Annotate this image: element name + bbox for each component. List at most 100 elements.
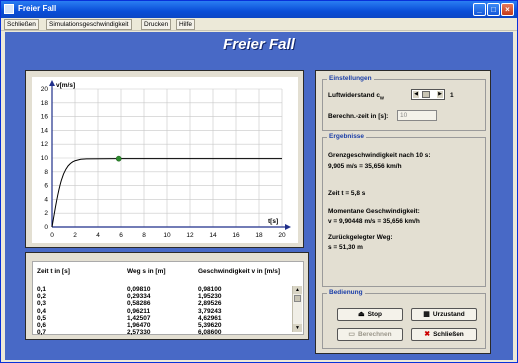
menu-simulationsgeschwindigkeit[interactable]: Simulationsgeschwindigkeit — [46, 19, 132, 30]
table-row[interactable]: 0,2 0,29334 1,95230 — [33, 293, 295, 300]
slider-left-icon[interactable]: ◀ — [413, 91, 419, 98]
zeit-value: Zeit t = 5,8 s — [328, 190, 366, 197]
table-row[interactable]: 0,5 1,42507 4,62961 — [33, 315, 295, 322]
table-row[interactable]: 0,4 0,96211 3,79243 — [33, 308, 295, 315]
app-title: Freier Fall — [223, 36, 295, 53]
table-cell: 0,5 — [37, 314, 47, 322]
table-cell: 0,1 — [37, 286, 47, 293]
x-tick-label: 20 — [278, 232, 286, 239]
close-button[interactable]: × — [501, 3, 514, 16]
y-tick-label: 14 — [41, 127, 49, 134]
table-cell: 0,98100 — [198, 286, 222, 293]
x-tick-label: 2 — [73, 232, 77, 239]
table-cell: 6,08600 — [198, 329, 222, 337]
table-row[interactable]: 0,6 1,96470 5,39620 — [33, 322, 295, 329]
controls-label: Bedienung — [327, 289, 365, 296]
current-position-marker — [115, 155, 122, 162]
window-title: Freier Fall — [18, 4, 57, 13]
table-cell: 0,58286 — [127, 300, 151, 308]
table-cell: 1,95230 — [198, 293, 222, 301]
app-window: Freier Fall _ □ × Schließen Simulationsg… — [0, 0, 518, 363]
stop-button[interactable]: ⏏ Stop — [337, 308, 403, 321]
luftwiderstand-slider[interactable]: ◀ ▶ — [411, 89, 445, 100]
luftwiderstand-value: 1 — [450, 92, 454, 99]
berechn-label: Berechn.-zeit in [s]: — [328, 113, 389, 120]
y-tick-label: 0 — [44, 224, 48, 231]
schliessen-button[interactable]: ✖ Schließen — [411, 328, 477, 341]
main-area: Freier Fall 0 2 4 6 8 10 12 14 16 18 20 0 2 4 6 8 10 12 14… — [5, 32, 513, 360]
table-panel: Zeit t in [s] Weg s in [m] Geschwindigke… — [25, 252, 309, 340]
reset-icon: ▦ — [423, 311, 430, 318]
grenz-label: Grenzgeschwindigkeit nach 10 s: — [328, 152, 431, 159]
menu-drucken[interactable]: Drucken — [141, 19, 172, 30]
table-cell: 2,89526 — [198, 300, 222, 308]
y-tick-label: 16 — [41, 114, 49, 121]
y-axis-arrow-icon — [49, 80, 55, 86]
table-cell: 0,96211 — [127, 307, 151, 315]
maximize-button[interactable]: □ — [487, 3, 500, 16]
x-tick-label: 18 — [255, 232, 263, 239]
table-cell: 0,09810 — [127, 286, 151, 293]
scroll-thumb[interactable] — [294, 295, 301, 302]
header-weg: Weg s in [m] — [127, 268, 166, 275]
chart-area: 0 2 4 6 8 10 12 14 16 18 20 0 2 4 6 8 10 12 14 16 18 20 v[m/s]… — [32, 77, 298, 243]
close-x-icon: ✖ — [424, 331, 431, 338]
table-cell: 1,96470 — [127, 322, 151, 329]
x-tick-label: 14 — [209, 232, 217, 239]
berechn-input[interactable]: 10 — [397, 110, 437, 121]
title-bar: Freier Fall _ □ × — [1, 1, 517, 18]
table-row[interactable]: 0,1 0,09810 0,98100 — [33, 286, 295, 293]
y-tick-label: 18 — [41, 100, 49, 107]
momentan-value: v = 9,90448 m/s = 35,656 km/h — [328, 218, 420, 225]
table-cell: 3,79243 — [198, 307, 222, 315]
x-tick-label: 4 — [96, 232, 100, 239]
x-tick-label: 0 — [50, 232, 54, 239]
x-tick-label: 8 — [142, 232, 146, 239]
table-row[interactable]: 0,3 0,58286 2,89526 — [33, 300, 295, 307]
x-tick-label: 16 — [232, 232, 240, 239]
momentan-label: Momentane Geschwindigkeit: — [328, 208, 420, 215]
velocity-chart: 0 2 4 6 8 10 12 14 16 18 20 0 2 4 6 8 10 12 14 16 18 20 v[m/s]… — [41, 80, 291, 239]
table-cell: 0,7 — [37, 329, 47, 337]
results-group: Ergebnisse Grenzgeschwindigkeit nach 10 … — [322, 133, 486, 287]
calculate-icon: ▭ — [348, 331, 355, 338]
header-geschwindigkeit: Geschwindigkeit v in [m/s] — [198, 268, 280, 275]
settings-label: Einstellungen — [327, 75, 374, 82]
y-axis-label: v[m/s] — [56, 82, 75, 89]
slider-thumb[interactable] — [422, 91, 430, 98]
menu-bar: Schließen Simulationsgeschwindigkeit Dru… — [1, 18, 517, 31]
stop-icon: ⏏ — [357, 311, 365, 318]
y-tick-label: 12 — [41, 141, 49, 148]
slider-right-icon[interactable]: ▶ — [437, 91, 443, 98]
y-tick-label: 8 — [44, 169, 48, 176]
results-label: Ergebnisse — [327, 133, 367, 140]
menu-hilfe[interactable]: Hilfe — [176, 19, 196, 30]
scroll-down-icon[interactable]: ▼ — [293, 324, 302, 332]
y-tick-label: 2 — [44, 210, 48, 217]
app-icon — [4, 4, 14, 14]
menu-schliessen[interactable]: Schließen — [4, 19, 39, 30]
table-cell: 0,29334 — [127, 293, 151, 301]
berechnen-button[interactable]: ▭ Berechnen — [337, 328, 403, 341]
y-tick-label: 4 — [44, 196, 48, 203]
grenz-value: 9,905 m/s = 35,656 km/h — [328, 163, 402, 170]
weg-value: s = 51,30 m — [328, 244, 363, 251]
weg-label: Zurückgelegter Weg: — [328, 234, 393, 241]
urzustand-button[interactable]: ▦ Urzustand — [411, 308, 477, 321]
y-tick-label: 6 — [44, 183, 48, 190]
header-zeit: Zeit t in [s] — [37, 268, 70, 275]
table-cell: 5,39620 — [198, 322, 222, 329]
x-tick-label: 10 — [163, 232, 171, 239]
table-cell: 0,2 — [37, 293, 47, 301]
table-cell: 2,57330 — [127, 329, 151, 337]
scroll-up-icon[interactable]: ▲ — [293, 286, 302, 294]
x-tick-label: 12 — [186, 232, 194, 239]
controls-group: Bedienung ⏏ Stop ▦ Urzustand ▭ Berechnen ✖ S… — [322, 289, 486, 349]
x-axis-label: t[s] — [268, 218, 278, 225]
values-table: Zeit t in [s] Weg s in [m] Geschwindigke… — [32, 261, 304, 336]
minimize-button[interactable]: _ — [473, 3, 486, 16]
table-scrollbar[interactable]: ▲ ▼ — [292, 286, 302, 332]
y-tick-label: 10 — [41, 155, 49, 162]
table-row[interactable]: 0,7 2,57330 6,08600 — [33, 329, 295, 336]
x-tick-label: 6 — [119, 232, 123, 239]
